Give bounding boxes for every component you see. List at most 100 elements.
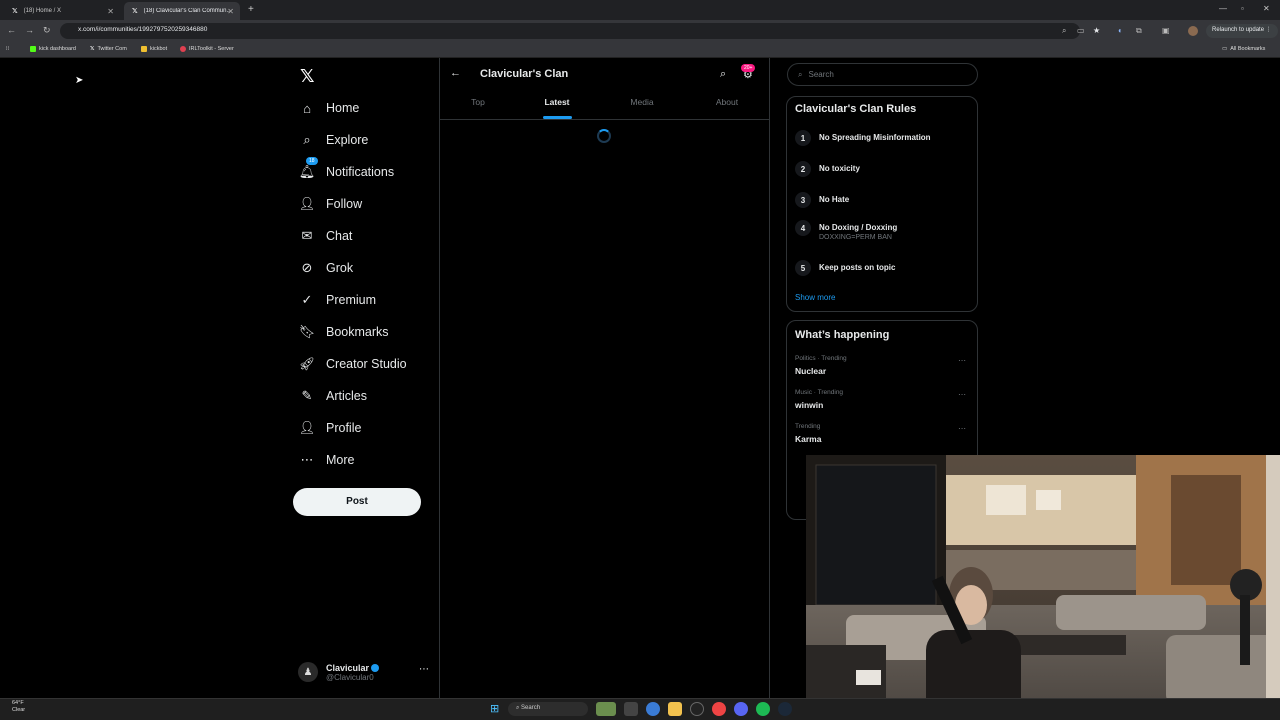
nav-item-chat[interactable]: ✉ Chat: [298, 222, 353, 250]
nav-item-follow[interactable]: 👤︎ Follow: [298, 190, 362, 218]
close-tab-icon[interactable]: ✕: [107, 7, 114, 16]
nav-item-grok[interactable]: ⊘ Grok: [298, 254, 354, 282]
chrome-icon[interactable]: [712, 702, 726, 716]
weather-temp: 64°F: [12, 700, 24, 706]
community-title: Clavicular's Clan: [480, 68, 569, 80]
tab-title: (18) Clavicular's Clan Commun...: [143, 8, 230, 14]
minimize-icon[interactable]: —: [1219, 4, 1227, 13]
new-tab-icon[interactable]: +: [248, 4, 254, 15]
windows-start-icon[interactable]: ⊞: [490, 702, 499, 715]
tab-about[interactable]: About: [685, 97, 769, 107]
browser-tab-community[interactable]: 𝕏 (18) Clavicular's Clan Commun... ✕: [124, 2, 240, 20]
rule-item[interactable]: 5 Keep posts on topic: [795, 260, 895, 276]
bookmark-kickbot[interactable]: kickbot: [141, 46, 167, 52]
taskbar-search[interactable]: ⌕ Search: [508, 702, 588, 716]
mouse-cursor-icon: ➤: [75, 75, 84, 86]
show-more-link[interactable]: Show more: [795, 293, 835, 302]
extension-icon[interactable]: ◐: [1118, 26, 1123, 35]
close-tab-icon[interactable]: ✕: [227, 7, 234, 16]
task-view-icon[interactable]: [624, 702, 638, 716]
more-options-icon[interactable]: ⋯: [419, 664, 429, 675]
edge-icon[interactable]: [646, 702, 660, 716]
bookmark-twitter-com[interactable]: 𝕏 Twitter Com: [90, 46, 127, 52]
x-home-logo[interactable]: 𝕏: [300, 66, 315, 87]
account-switcher[interactable]: ♟ Clavicular @Clavicular0 ⋯: [298, 658, 433, 686]
nav-item-bookmarks[interactable]: 🔖︎ Bookmarks: [298, 318, 389, 346]
tab-latest[interactable]: Latest: [515, 97, 599, 107]
rule-title: No Hate: [819, 195, 850, 204]
browser-tab-home[interactable]: 𝕏 (18) Home / X ✕: [4, 2, 120, 20]
spotify-icon[interactable]: [756, 702, 770, 716]
search-icon: ⌕: [303, 132, 311, 147]
nav-item-creator-studio[interactable]: 🚀︎ Creator Studio: [298, 350, 407, 378]
taskbar-search-label: Search: [521, 705, 541, 711]
trend-name[interactable]: Nuclear: [795, 366, 826, 376]
bookmark-label: kickbot: [150, 46, 168, 52]
nav-item-articles[interactable]: ✎ Articles: [298, 382, 367, 410]
close-window-icon[interactable]: ✕: [1263, 4, 1270, 13]
back-arrow-icon[interactable]: ←: [450, 67, 461, 79]
trend-name[interactable]: Karma: [795, 434, 821, 444]
steam-icon[interactable]: [778, 702, 792, 716]
nav-item-premium[interactable]: ✓ Premium: [298, 286, 376, 314]
trend-more-icon[interactable]: ⋯: [958, 424, 966, 433]
verified-badge-icon: [371, 664, 380, 673]
profile-avatar[interactable]: [1188, 26, 1198, 36]
rule-item[interactable]: 2 No toxicity: [795, 161, 860, 177]
nav-item-explore[interactable]: ⌕ Explore: [298, 126, 368, 154]
trend-more-icon[interactable]: ⋯: [958, 390, 966, 399]
mail-icon: ✉: [301, 228, 313, 243]
trend-more-icon[interactable]: ⋯: [958, 356, 966, 365]
rule-title: No toxicity: [819, 164, 860, 173]
rule-number: 3: [795, 192, 811, 208]
cast-icon[interactable]: ▭: [1077, 26, 1085, 35]
more-icon: ⋯: [300, 452, 314, 467]
forward-icon[interactable]: →: [25, 25, 34, 35]
nav-item-label: Grok: [326, 261, 354, 275]
reload-icon[interactable]: ↻: [43, 25, 51, 36]
trend-category: Music · Trending: [795, 389, 844, 396]
weather-widget[interactable]: 64°F Clear: [12, 700, 25, 714]
star-icon[interactable]: ★: [1093, 26, 1100, 35]
rule-item[interactable]: 3 No Hate: [795, 192, 849, 208]
bookmark-irltoolkit[interactable]: IRLToolkit - Server: [180, 46, 234, 52]
nav-item-label: Follow: [326, 197, 363, 211]
nav-item-home[interactable]: ⌂ Home: [298, 94, 359, 122]
all-bookmarks-button[interactable]: ▭ All Bookmarks: [1222, 46, 1265, 52]
community-search-icon[interactable]: ⌕: [720, 68, 726, 81]
nav-item-profile[interactable]: 👤︎ Profile: [298, 414, 362, 442]
puzzle-icon[interactable]: ⧉: [1136, 26, 1142, 36]
tab-media[interactable]: Media: [600, 97, 684, 107]
rule-title: No Spreading Misinformation: [819, 133, 931, 142]
tab-top[interactable]: Top: [436, 97, 520, 107]
bookmark-kick-dashboard[interactable]: kick dashboard: [30, 46, 76, 52]
grok-icon: ⊘: [301, 260, 313, 275]
post-button[interactable]: Post: [293, 488, 421, 516]
weather-desc: Clear: [12, 707, 26, 713]
maximize-icon[interactable]: ▫: [1241, 4, 1244, 13]
bookmark-label: Twitter Com: [97, 46, 127, 52]
account-name: Clavicular: [326, 662, 370, 673]
rule-number: 2: [795, 161, 811, 177]
sidepanel-icon[interactable]: ▣: [1162, 26, 1170, 35]
file-explorer-icon[interactable]: [668, 702, 682, 716]
follow-icon: 👤︎: [298, 196, 316, 211]
rule-item[interactable]: 1 No Spreading Misinformation: [795, 130, 931, 146]
back-icon[interactable]: ←: [7, 25, 16, 35]
rule-item[interactable]: 4 No Doxing / Doxxing DOXXING=PERM BAN: [795, 220, 897, 241]
nav-item-more[interactable]: ⋯ More: [298, 446, 355, 474]
nav-item-notifications[interactable]: 🔔︎ 18 Notifications: [298, 157, 394, 186]
x-logo-icon: 𝕏: [90, 46, 95, 52]
relaunch-button[interactable]: Relaunch to update ⋮: [1206, 24, 1278, 38]
zoom-icon[interactable]: ⌕: [1062, 26, 1066, 36]
url-input[interactable]: x.com/i/communities/1992797520259346880: [60, 23, 1080, 39]
widget-icon[interactable]: [596, 702, 616, 716]
search-input[interactable]: ⌕ Search: [787, 63, 978, 86]
apps-icon[interactable]: ⁞⁞: [6, 46, 9, 52]
nav-item-label: Articles: [326, 389, 367, 403]
bell-icon: 🔔︎ 18: [298, 157, 318, 181]
discord-icon[interactable]: [734, 702, 748, 716]
obs-icon[interactable]: [690, 702, 704, 716]
bookmark-label: kick dashboard: [39, 46, 76, 52]
trend-name[interactable]: winwin: [795, 400, 823, 410]
